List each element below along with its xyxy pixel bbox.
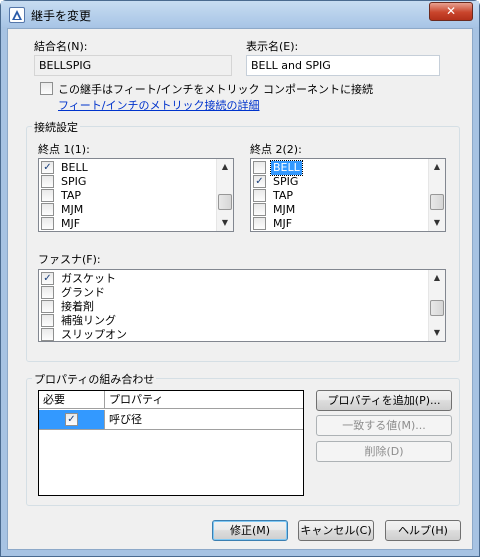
display-name-field[interactable]: BELL and SPIG bbox=[246, 55, 440, 76]
fastener-label: ファスナ(F): bbox=[38, 253, 101, 266]
scroll-down-icon[interactable]: ▼ bbox=[217, 215, 233, 231]
scroll-up-icon[interactable]: ▲ bbox=[429, 159, 445, 175]
property-column-header[interactable]: プロパティ bbox=[105, 391, 303, 409]
item-label: TAP bbox=[61, 189, 82, 202]
item-checkbox[interactable] bbox=[41, 286, 54, 299]
item-checkbox[interactable]: ✓ bbox=[253, 175, 266, 188]
item-checkbox[interactable] bbox=[41, 203, 54, 216]
item-checkbox[interactable] bbox=[41, 217, 54, 230]
item-checkbox[interactable] bbox=[41, 328, 54, 341]
end2-listbox[interactable]: BELL ✓ SPIG TAP MJM MJF ▲ ▼ bbox=[250, 158, 446, 232]
scroll-thumb[interactable] bbox=[430, 194, 444, 210]
autocad-app-icon bbox=[9, 7, 25, 23]
match-values-button[interactable]: 一致する値(M)... bbox=[316, 415, 452, 436]
window-title: 継手を変更 bbox=[31, 9, 92, 23]
required-cell[interactable]: ✓ bbox=[39, 410, 105, 430]
scroll-down-icon[interactable]: ▼ bbox=[429, 215, 445, 231]
scroll-up-icon[interactable]: ▲ bbox=[217, 159, 233, 175]
property-cell[interactable]: 呼び径 bbox=[105, 410, 303, 430]
title-bar[interactable]: 継手を変更 ✕ bbox=[1, 1, 479, 27]
scroll-thumb[interactable] bbox=[430, 300, 444, 316]
item-checkbox[interactable] bbox=[253, 189, 266, 202]
item-label: スリップオン bbox=[61, 328, 127, 341]
item-checkbox[interactable]: ✓ bbox=[41, 161, 54, 174]
metric-details-link[interactable]: フィート/インチのメトリック接続の詳細 bbox=[58, 97, 260, 113]
delete-button[interactable]: 削除(D) bbox=[316, 441, 452, 462]
help-button[interactable]: ヘルプ(H) bbox=[385, 520, 461, 541]
item-label: TAP bbox=[273, 189, 294, 202]
item-label: BELL bbox=[61, 161, 88, 174]
item-checkbox[interactable] bbox=[253, 203, 266, 216]
display-name-label: 表示名(E): bbox=[246, 40, 299, 53]
dialog-client: 結合名(N): BELLSPIG 表示名(E): BELL and SPIG こ… bbox=[7, 28, 473, 550]
fastener-listbox[interactable]: ✓ ガスケット グランド 接着剤 補強リング スリップオン ▲ ▼ bbox=[38, 269, 446, 342]
property-combination-title: プロパティの組み合わせ bbox=[32, 371, 157, 387]
item-label: 接着剤 bbox=[61, 300, 94, 313]
item-checkbox[interactable] bbox=[41, 314, 54, 327]
item-checkbox[interactable] bbox=[253, 217, 266, 230]
item-label: MJF bbox=[273, 217, 293, 230]
joint-name-field[interactable]: BELLSPIG bbox=[34, 55, 232, 76]
end1-label: 終点 1(1): bbox=[38, 143, 90, 156]
item-checkbox[interactable]: ✓ bbox=[41, 272, 54, 285]
item-label: MJM bbox=[273, 203, 296, 216]
scroll-thumb[interactable] bbox=[218, 194, 232, 210]
property-grid-header: 必要 プロパティ bbox=[39, 391, 303, 409]
fastener-scrollbar[interactable]: ▲ ▼ bbox=[428, 270, 445, 341]
ok-button[interactable]: 修正(M) bbox=[212, 520, 288, 541]
item-checkbox[interactable] bbox=[253, 161, 266, 174]
item-label: BELL bbox=[270, 160, 303, 176]
item-label: 補強リング bbox=[61, 314, 116, 327]
connection-settings-title: 接続設定 bbox=[32, 119, 80, 135]
add-property-button[interactable]: プロパティを追加(P)... bbox=[316, 390, 452, 411]
item-checkbox[interactable] bbox=[41, 175, 54, 188]
metric-connect-checkbox[interactable] bbox=[40, 82, 53, 95]
property-grid[interactable]: 必要 プロパティ ✓ 呼び径 bbox=[38, 390, 304, 496]
item-label: ガスケット bbox=[61, 272, 116, 285]
required-column-header[interactable]: 必要 bbox=[39, 391, 105, 409]
item-checkbox[interactable] bbox=[41, 300, 54, 313]
end2-scrollbar[interactable]: ▲ ▼ bbox=[428, 159, 445, 231]
item-label: SPIG bbox=[273, 175, 299, 188]
item-label: SPIG bbox=[61, 175, 87, 188]
end1-scrollbar[interactable]: ▲ ▼ bbox=[216, 159, 233, 231]
scroll-up-icon[interactable]: ▲ bbox=[429, 270, 445, 286]
item-label: MJM bbox=[61, 203, 84, 216]
end2-label: 終点 2(2): bbox=[250, 143, 302, 156]
joint-name-label: 結合名(N): bbox=[34, 40, 88, 53]
item-label: グランド bbox=[61, 286, 105, 299]
item-label: MJF bbox=[61, 217, 81, 230]
metric-connect-label: この継手はフィート/インチをメトリック コンポーネントに接続 bbox=[58, 83, 373, 96]
scroll-down-icon[interactable]: ▼ bbox=[429, 325, 445, 341]
dialog-window: 継手を変更 ✕ 結合名(N): BELLSPIG 表示名(E): BELL an… bbox=[0, 0, 480, 557]
close-button[interactable]: ✕ bbox=[429, 2, 473, 21]
table-row[interactable]: ✓ 呼び径 bbox=[39, 410, 303, 430]
item-checkbox[interactable] bbox=[41, 189, 54, 202]
required-checkbox[interactable]: ✓ bbox=[65, 413, 78, 426]
cancel-button[interactable]: キャンセル(C) bbox=[298, 520, 374, 541]
end1-listbox[interactable]: ✓ BELL SPIG TAP MJM MJF ▲ ▼ bbox=[38, 158, 234, 232]
